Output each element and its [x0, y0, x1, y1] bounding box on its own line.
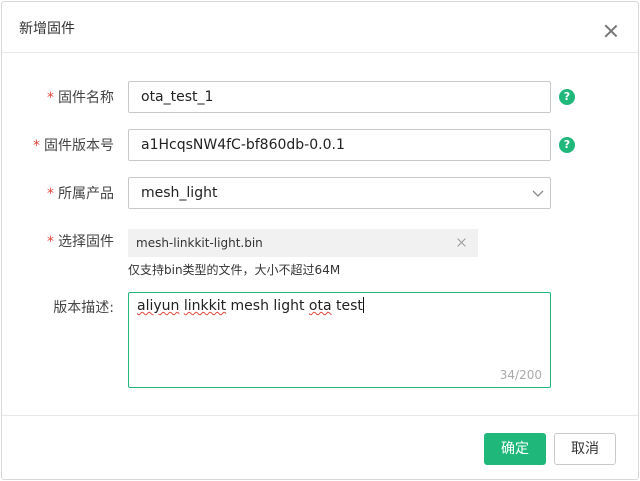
chevron-down-icon — [532, 190, 544, 197]
help-icon[interactable]: ? — [559, 137, 575, 153]
firmware-name-label: * 固件名称 — [47, 90, 114, 106]
description-textarea[interactable]: aliyun linkkit mesh light ota test 34/20… — [128, 292, 551, 388]
product-label: * 所属产品 — [47, 186, 114, 202]
description-word: aliyun — [137, 298, 180, 314]
firmware-file-name: mesh-linkkit-light.bin — [136, 236, 263, 250]
firmware-file-chip: mesh-linkkit-light.bin — [128, 229, 478, 257]
product-select-value: mesh_light — [141, 185, 218, 201]
choose-firmware-label: * 选择固件 — [47, 234, 114, 250]
firmware-name-input[interactable]: ota_test_1 — [128, 81, 551, 113]
char-counter: 34/200 — [499, 368, 542, 382]
dialog-footer: 确定 取消 — [2, 415, 638, 481]
help-icon[interactable]: ? — [559, 89, 575, 105]
product-select[interactable]: mesh_light — [128, 177, 551, 209]
dialog-header: 新增固件 — [2, 2, 638, 53]
required-mark: * — [47, 90, 54, 106]
dialog-title: 新增固件 — [19, 21, 75, 37]
close-icon[interactable] — [604, 24, 618, 38]
add-firmware-dialog: 新增固件 * 固件名称 ota_test_1 ? * 固件版本号 a1HcqsNW4… — [1, 1, 639, 480]
text-caret — [362, 297, 364, 313]
firmware-version-label: * 固件版本号 — [33, 138, 114, 154]
required-mark: * — [47, 186, 54, 202]
description-label: 版本描述: — [53, 300, 114, 316]
description-word: linkkit — [183, 298, 227, 314]
description-word: ota — [308, 298, 332, 314]
required-mark: * — [33, 138, 40, 154]
remove-file-icon[interactable] — [457, 238, 466, 247]
firmware-version-input[interactable]: a1HcqsNW4fC-bf860db-0.0.1 — [128, 129, 551, 161]
confirm-button[interactable]: 确定 — [484, 433, 546, 465]
cancel-button[interactable]: 取消 — [554, 433, 616, 465]
file-hint: 仅支持bin类型的文件，大小不超过64M — [128, 263, 341, 277]
required-mark: * — [47, 234, 54, 250]
